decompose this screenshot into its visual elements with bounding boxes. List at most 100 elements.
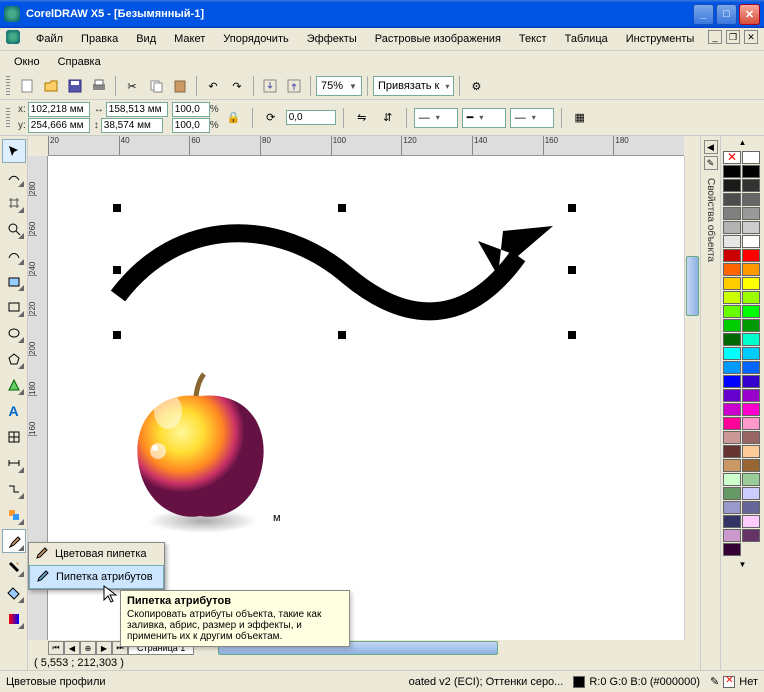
color-swatch[interactable]: [723, 361, 741, 374]
options-button[interactable]: ⚙: [465, 75, 487, 97]
no-fill-swatch[interactable]: [723, 151, 741, 164]
palette-scroll-down[interactable]: ▼: [721, 558, 764, 571]
interactive-fill-tool[interactable]: [2, 607, 26, 631]
new-button[interactable]: [16, 75, 38, 97]
color-swatch[interactable]: [742, 361, 760, 374]
color-swatch[interactable]: [742, 249, 760, 262]
menu-layout[interactable]: Макет: [166, 30, 213, 48]
w-input[interactable]: [106, 102, 168, 117]
fill-indicator[interactable]: [573, 676, 585, 688]
color-swatch[interactable]: [723, 221, 741, 234]
color-swatch[interactable]: [742, 305, 760, 318]
color-swatch[interactable]: [742, 515, 760, 528]
rectangle-tool[interactable]: [2, 295, 26, 319]
menu-bitmaps[interactable]: Растровые изображения: [367, 30, 509, 48]
color-swatch[interactable]: [723, 249, 741, 262]
shape-tool[interactable]: [2, 165, 26, 189]
color-swatch[interactable]: [742, 235, 760, 248]
redo-button[interactable]: ↷: [226, 75, 248, 97]
arrow-curve-shape[interactable]: [98, 196, 598, 346]
selection-handle[interactable]: [568, 204, 576, 212]
color-swatch[interactable]: [723, 403, 741, 416]
line-style-select[interactable]: ━▾: [462, 108, 506, 128]
lock-ratio-button[interactable]: 🔒: [223, 107, 245, 129]
color-swatch[interactable]: [742, 431, 760, 444]
add-page-button[interactable]: ⊕: [80, 641, 96, 655]
color-swatch[interactable]: [742, 417, 760, 430]
undo-button[interactable]: ↶: [202, 75, 224, 97]
minimize-button[interactable]: _: [693, 4, 714, 25]
selection-handle[interactable]: [113, 204, 121, 212]
color-swatch[interactable]: [723, 165, 741, 178]
color-swatch[interactable]: [723, 333, 741, 346]
color-swatch[interactable]: [723, 487, 741, 500]
table-tool[interactable]: [2, 425, 26, 449]
wrap-text-button[interactable]: ▦: [569, 107, 591, 129]
color-swatch[interactable]: [742, 389, 760, 402]
color-eyedropper-item[interactable]: Цветовая пипетка: [29, 543, 164, 565]
selection-handle[interactable]: [338, 204, 346, 212]
rotation-input[interactable]: [286, 110, 336, 125]
print-button[interactable]: [88, 75, 110, 97]
next-page-button[interactable]: ▶: [96, 641, 112, 655]
polygon-tool[interactable]: [2, 347, 26, 371]
attr-eyedropper-item[interactable]: Пипетка атрибутов: [29, 565, 164, 589]
outline-indicator[interactable]: [723, 676, 735, 688]
palette-scroll-up[interactable]: ▲: [721, 136, 764, 149]
color-swatch[interactable]: [742, 333, 760, 346]
color-swatch[interactable]: [723, 501, 741, 514]
color-swatch[interactable]: [742, 165, 760, 178]
eyedropper-tool[interactable]: [2, 529, 26, 553]
color-swatch[interactable]: [742, 277, 760, 290]
menu-file[interactable]: Файл: [28, 30, 71, 48]
mirror-h-button[interactable]: ⇋: [351, 107, 373, 129]
color-swatch[interactable]: [723, 515, 741, 528]
selection-handle[interactable]: [113, 331, 121, 339]
color-swatch[interactable]: [742, 347, 760, 360]
freehand-tool[interactable]: [2, 243, 26, 267]
color-swatch[interactable]: [742, 207, 760, 220]
color-swatch[interactable]: [742, 291, 760, 304]
color-swatch[interactable]: [742, 263, 760, 276]
color-swatch[interactable]: [723, 389, 741, 402]
color-swatch[interactable]: [723, 179, 741, 192]
color-swatch[interactable]: [742, 445, 760, 458]
h-input[interactable]: [101, 118, 163, 133]
zoom-tool[interactable]: [2, 217, 26, 241]
toolbar-grip[interactable]: [6, 76, 10, 96]
menu-table[interactable]: Таблица: [557, 30, 616, 48]
menu-effects[interactable]: Эффекты: [299, 30, 365, 48]
docker-eyedropper-icon[interactable]: ✎: [704, 156, 718, 170]
prev-page-button[interactable]: ◀: [64, 641, 80, 655]
menu-view[interactable]: Вид: [128, 30, 164, 48]
dimension-tool[interactable]: [2, 451, 26, 475]
crop-tool[interactable]: [2, 191, 26, 215]
color-swatch[interactable]: [723, 207, 741, 220]
color-swatch[interactable]: [723, 445, 741, 458]
doc-close[interactable]: ✕: [744, 30, 758, 44]
end-arrow-select[interactable]: —▾: [510, 108, 554, 128]
color-swatch[interactable]: [742, 221, 760, 234]
menu-help[interactable]: Справка: [50, 53, 109, 71]
color-swatch[interactable]: [742, 487, 760, 500]
color-swatch[interactable]: [742, 151, 760, 164]
color-swatch[interactable]: [742, 459, 760, 472]
close-button[interactable]: ✕: [739, 4, 760, 25]
import-button[interactable]: [259, 75, 281, 97]
color-swatch[interactable]: [742, 193, 760, 206]
first-page-button[interactable]: ⏮: [48, 641, 64, 655]
color-swatch[interactable]: [723, 459, 741, 472]
smart-fill-tool[interactable]: [2, 269, 26, 293]
docker-panel[interactable]: ◀ ✎ Свойства объекта: [700, 136, 720, 670]
color-swatch[interactable]: [742, 529, 760, 542]
copy-button[interactable]: [145, 75, 167, 97]
sy-input[interactable]: [172, 118, 210, 133]
selection-handle[interactable]: [338, 331, 346, 339]
cut-button[interactable]: ✂: [121, 75, 143, 97]
color-swatch[interactable]: [723, 529, 741, 542]
vertical-scrollbar[interactable]: [684, 156, 700, 640]
color-swatch[interactable]: [723, 305, 741, 318]
sx-input[interactable]: [172, 102, 210, 117]
zoom-select[interactable]: 75%▼: [316, 76, 362, 96]
fill-tool[interactable]: [2, 581, 26, 605]
